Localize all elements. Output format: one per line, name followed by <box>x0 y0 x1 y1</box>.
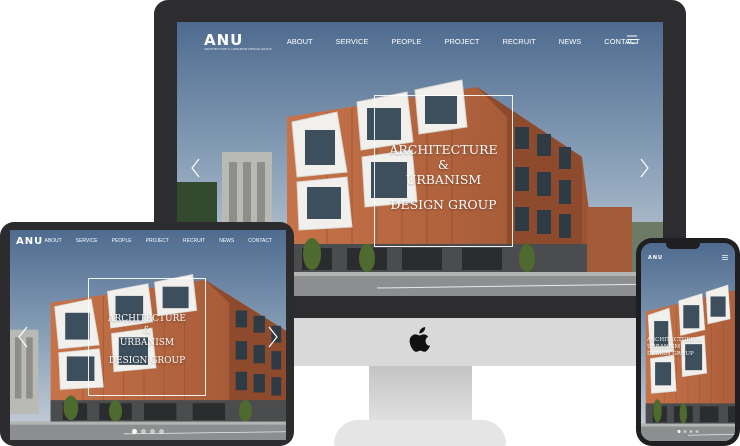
phone-navbar: ANU <box>641 249 735 267</box>
slider-dot[interactable] <box>689 430 693 433</box>
slider-dot[interactable] <box>159 429 164 434</box>
hero-title-box: ARCHITECTURE & URBANISM DESIGN GROUP <box>374 95 513 247</box>
slider-dot[interactable] <box>677 430 681 433</box>
nav-item-project[interactable]: PROJECT <box>146 238 169 244</box>
arrow-left-icon[interactable] <box>18 326 28 348</box>
menu-icon[interactable] <box>722 255 728 260</box>
nav-item-about[interactable]: ABOUT <box>287 37 313 46</box>
slider-dots <box>677 430 699 433</box>
logo-tagline: ARCHITECTURE & URBANISM DESIGN GROUP <box>204 47 272 51</box>
nav-item-about[interactable]: ABOUT <box>45 238 62 244</box>
site-logo[interactable]: ANU ARCHITECTURE & URBANISM DESIGN GROUP <box>204 31 287 51</box>
monitor-stand-base <box>334 420 506 446</box>
slider-dots <box>132 429 164 434</box>
monitor-stand-neck <box>369 366 472 424</box>
nav-item-recruit[interactable]: RECRUIT <box>502 37 535 46</box>
hero-line-2: & <box>437 157 450 172</box>
nav-menu: ABOUT SERVICE PEOPLE PROJECT RECRUIT NEW… <box>45 238 287 244</box>
apple-logo-icon <box>409 327 431 352</box>
nav-item-recruit[interactable]: RECRUIT <box>183 238 205 244</box>
hero-line-4: DESIGN GROUP <box>390 197 497 212</box>
nav-item-news[interactable]: NEWS <box>559 37 582 46</box>
arrow-right-icon[interactable] <box>640 158 649 178</box>
hero-title: ARCHITECTURE & URBANISM DESIGN GROUP <box>645 337 731 358</box>
arrow-left-icon[interactable] <box>191 158 200 178</box>
nav-item-people[interactable]: PEOPLE <box>391 37 421 46</box>
slider-dot[interactable] <box>150 429 155 434</box>
hero-line-2: & <box>142 326 151 336</box>
tablet-navbar: ANU ABOUT SERVICE PEOPLE PROJECT RECRUIT… <box>10 230 286 252</box>
nav-item-people[interactable]: PEOPLE <box>112 238 132 244</box>
arrow-right-icon[interactable] <box>268 326 278 348</box>
desktop-navbar: ANU ARCHITECTURE & URBANISM DESIGN GROUP… <box>177 22 663 60</box>
device-mockup-stage: ANU ARCHITECTURE & URBANISM DESIGN GROUP… <box>0 0 740 446</box>
slider-dot[interactable] <box>132 429 137 434</box>
phone-notch <box>666 242 700 249</box>
tablet-screen: ANU ABOUT SERVICE PEOPLE PROJECT RECRUIT… <box>10 230 286 440</box>
slider-dot[interactable] <box>683 430 687 433</box>
menu-icon[interactable] <box>627 35 637 44</box>
hero-line-3: URBANISM <box>119 338 175 348</box>
nav-menu: ABOUT SERVICE PEOPLE PROJECT RECRUIT NEW… <box>287 37 663 46</box>
phone-screen: ANU ARCHITECTURE & URBANISM DESIGN GROUP <box>641 243 735 441</box>
phone-device: ANU ARCHITECTURE & URBANISM DESIGN GROUP <box>636 238 740 446</box>
hero-line-4: DESIGN GROUP <box>108 356 186 366</box>
site-logo[interactable]: ANU <box>648 255 663 261</box>
site-logo[interactable]: ANU <box>16 236 45 247</box>
hero-line-1: ARCHITECTURE <box>108 314 186 324</box>
nav-item-contact[interactable]: CONTACT <box>248 238 272 244</box>
hero-title-box: ARCHITECTURE & URBANISM DESIGN GROUP <box>88 278 206 396</box>
slider-dot[interactable] <box>695 430 699 433</box>
hero-line-1: ARCHITECTURE <box>389 142 498 157</box>
nav-item-service[interactable]: SERVICE <box>76 238 98 244</box>
hero-line-3: URBANISM <box>405 172 482 187</box>
slider-dot[interactable] <box>141 429 146 434</box>
nav-item-news[interactable]: NEWS <box>219 238 234 244</box>
tablet-device: ANU ABOUT SERVICE PEOPLE PROJECT RECRUIT… <box>0 222 294 446</box>
nav-item-service[interactable]: SERVICE <box>336 37 369 46</box>
hero-text: ARCHITECTURE & URBANISM DESIGN GROUP <box>647 337 702 357</box>
nav-item-project[interactable]: PROJECT <box>444 37 479 46</box>
